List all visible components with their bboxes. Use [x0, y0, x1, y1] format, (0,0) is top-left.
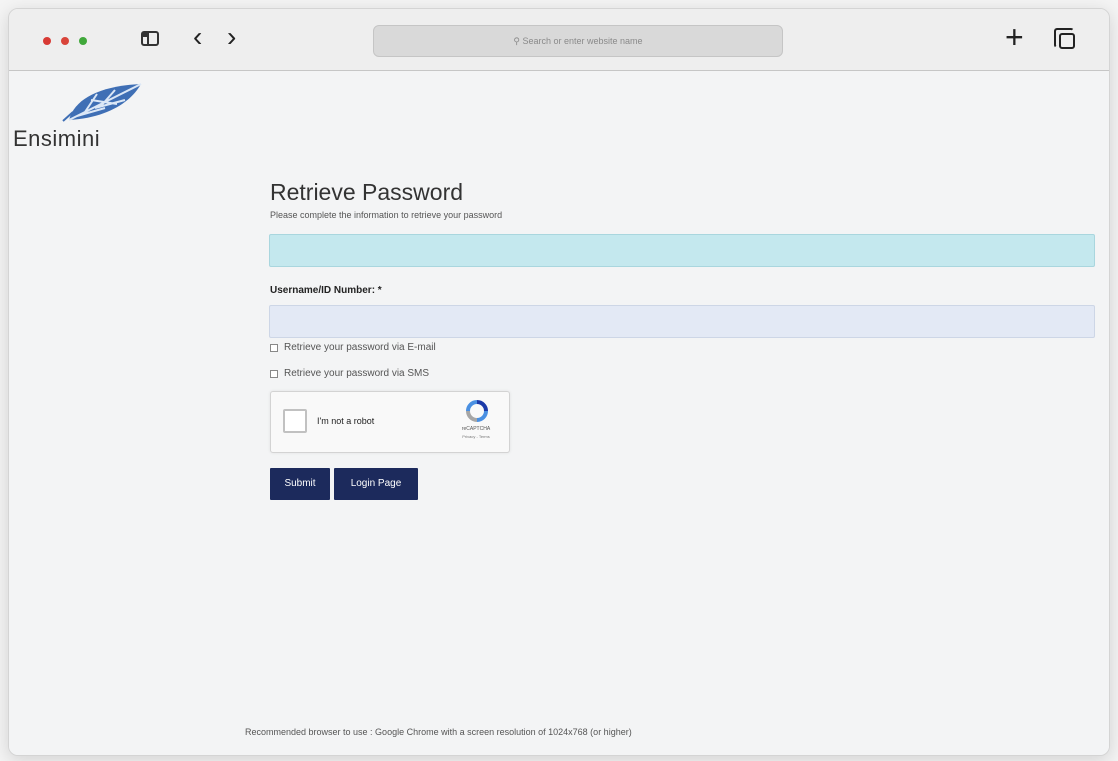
username-input[interactable] — [269, 305, 1095, 338]
leaf-logo-icon — [62, 83, 142, 122]
submit-button[interactable]: Submit — [270, 468, 330, 500]
sms-option[interactable]: Retrieve your password via SMS — [270, 368, 429, 379]
username-label: Username/ID Number: * — [270, 285, 382, 296]
sms-option-checkbox[interactable] — [270, 369, 278, 378]
info-alert — [269, 234, 1095, 267]
email-option-checkbox[interactable] — [270, 343, 278, 352]
address-bar[interactable]: ⚲ Search or enter website name — [373, 25, 783, 57]
footer-note: Recommended browser to use : Google Chro… — [245, 727, 632, 737]
login-page-button[interactable]: Login Page — [334, 468, 418, 500]
address-bar-placeholder: Search or enter website name — [522, 36, 643, 46]
page-title: Retrieve Password — [270, 179, 464, 205]
minimize-window-button[interactable] — [61, 37, 69, 45]
new-tab-icon[interactable]: + — [1005, 21, 1024, 53]
recaptcha-icon — [466, 400, 488, 422]
sms-option-label: Retrieve your password via SMS — [284, 368, 430, 379]
brand-name: Ensimini — [13, 126, 101, 151]
page-subtitle: Please complete the information to retri… — [270, 210, 503, 220]
email-option[interactable]: Retrieve your password via E-mail — [270, 342, 436, 353]
browser-window: ‹ › ⚲ Search or enter website name + Ens… — [8, 8, 1110, 756]
forward-icon[interactable]: › — [227, 23, 236, 51]
sidebar-icon[interactable] — [141, 31, 159, 46]
page-content: Ensimini Retrieve Password Please comple… — [9, 72, 1109, 755]
search-icon: ⚲ — [513, 36, 523, 46]
email-option-label: Retrieve your password via E-mail — [284, 342, 436, 353]
recaptcha-links[interactable]: Privacy - Terms — [447, 434, 505, 439]
close-window-button[interactable] — [43, 37, 51, 45]
zoom-window-button[interactable] — [79, 37, 87, 45]
tab-overview-icon[interactable] — [1054, 28, 1075, 49]
back-icon[interactable]: ‹ — [193, 23, 202, 51]
recaptcha-checkbox[interactable] — [283, 409, 307, 433]
recaptcha-widget: I'm not a robot reCAPTCHA Privacy - Term… — [270, 391, 510, 453]
browser-toolbar: ‹ › ⚲ Search or enter website name + — [9, 9, 1109, 71]
recaptcha-brand: reCAPTCHA — [461, 426, 491, 432]
recaptcha-label: I'm not a robot — [317, 416, 375, 426]
